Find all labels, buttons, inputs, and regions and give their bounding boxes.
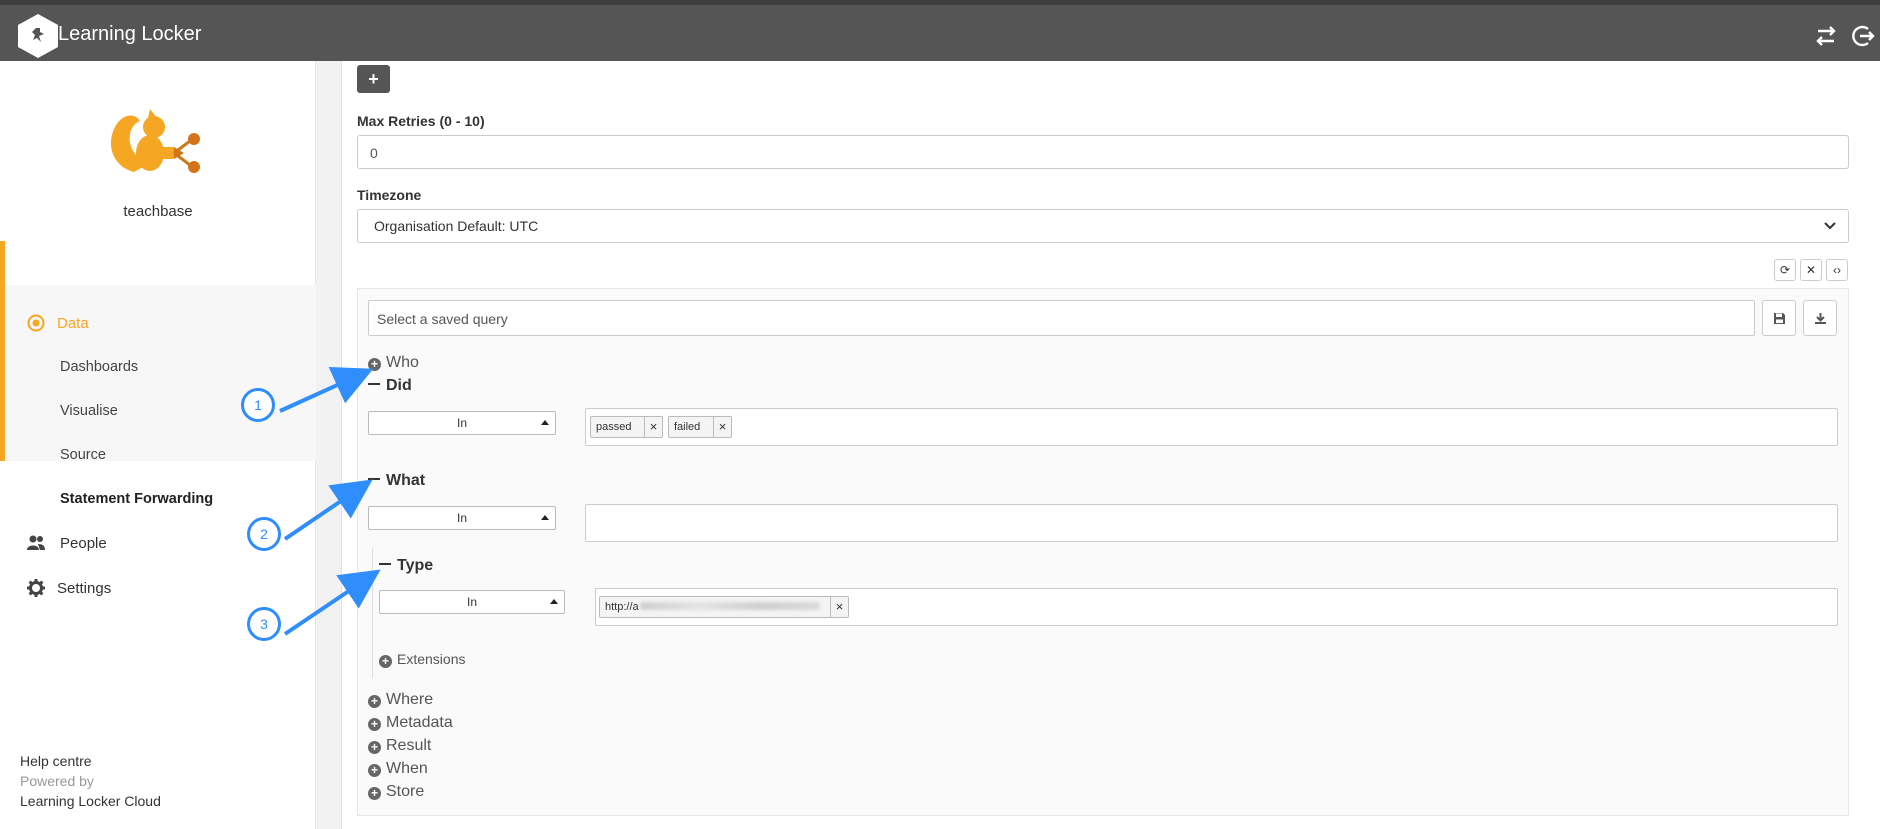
plus-circle-icon: +: [368, 695, 381, 708]
type-operator-value: In: [466, 595, 477, 609]
swap-icon[interactable]: [1812, 22, 1840, 50]
annotation-2: 2: [247, 517, 281, 551]
powered-by-label: Powered by: [20, 773, 94, 789]
data-submenu: [5, 285, 316, 461]
download-query-button[interactable]: [1803, 300, 1837, 336]
add-button[interactable]: +: [357, 65, 390, 93]
plus-circle-icon: +: [368, 718, 381, 731]
section-store-label: Store: [386, 783, 425, 800]
plus-circle-icon: +: [368, 358, 381, 371]
saved-query-select[interactable]: Select a saved query: [368, 300, 1755, 336]
remove-token-icon[interactable]: ×: [830, 597, 848, 617]
chevron-down-icon: [1824, 222, 1836, 230]
section-type-label: Type: [397, 557, 434, 574]
query-builder: [357, 288, 1849, 816]
timezone-value: Organisation Default: UTC: [374, 218, 539, 234]
redacted-url: [639, 602, 820, 610]
organisation-name: teachbase: [123, 203, 193, 220]
section-did-label: Did: [386, 377, 412, 394]
remove-token-icon[interactable]: ×: [644, 417, 662, 437]
section-result[interactable]: + Result: [368, 737, 431, 755]
did-operator-value: In: [456, 416, 467, 430]
timezone-label: Timezone: [357, 187, 422, 203]
caret-up-icon: [541, 420, 549, 425]
collapse-icon: [368, 478, 380, 480]
annotation-3: 3: [247, 607, 281, 641]
clear-query-button[interactable]: ✕: [1800, 259, 1822, 281]
did-token-label: failed: [674, 421, 701, 433]
data-target-icon: [27, 314, 45, 332]
section-extensions-label: Extensions: [397, 651, 466, 667]
people-icon: [27, 535, 45, 550]
sidebar-item-settings[interactable]: Settings: [57, 580, 111, 597]
did-operator-select[interactable]: In: [368, 411, 556, 435]
section-what-label: What: [386, 472, 426, 489]
section-extensions[interactable]: + Extensions: [379, 651, 465, 668]
what-operator-select[interactable]: In: [368, 506, 556, 530]
data-nav-group: [0, 241, 316, 461]
section-when-label: When: [386, 760, 428, 777]
collapse-icon: [379, 563, 391, 565]
section-result-label: Result: [386, 737, 432, 754]
help-centre-link[interactable]: Help centre: [20, 753, 92, 769]
section-metadata-label: Metadata: [386, 714, 453, 731]
max-retries-label: Max Retries (0 - 10): [357, 113, 485, 129]
what-operator-value: In: [456, 511, 467, 525]
code-view-button[interactable]: ‹›: [1826, 259, 1848, 281]
plus-circle-icon: +: [379, 655, 392, 668]
section-metadata[interactable]: + Metadata: [368, 714, 453, 732]
sidebar-item-source[interactable]: Source: [60, 447, 106, 463]
caret-up-icon: [541, 515, 549, 520]
download-icon: [1815, 313, 1826, 324]
caret-up-icon: [550, 599, 558, 604]
sidebar: teachbase Data Dashboards Visualise Sour…: [0, 61, 316, 829]
section-what[interactable]: What: [368, 472, 425, 490]
annotation-1: 1: [241, 388, 275, 422]
top-bar: Learning Locker: [0, 0, 1880, 61]
type-token-label: http://a: [605, 601, 639, 613]
did-token: failed ×: [668, 416, 732, 438]
section-who-label: Who: [386, 354, 419, 371]
section-when[interactable]: + When: [368, 760, 428, 778]
sidebar-item-statement-forwarding[interactable]: Statement Forwarding: [60, 491, 213, 507]
max-retries-input[interactable]: 0: [357, 135, 1849, 169]
type-operator-select[interactable]: In: [379, 590, 565, 614]
sidebar-item-data[interactable]: Data: [57, 315, 89, 332]
learning-locker-cloud-link[interactable]: Learning Locker Cloud: [20, 793, 161, 809]
what-values-input[interactable]: [585, 504, 1838, 542]
floppy-disk-icon: [1774, 313, 1785, 324]
refresh-query-button[interactable]: ⟳: [1774, 259, 1796, 281]
did-token-label: passed: [596, 421, 632, 433]
sidebar-item-visualise[interactable]: Visualise: [60, 403, 118, 419]
squirrel-logo-icon: [110, 109, 200, 173]
plus-circle-icon: +: [368, 787, 381, 800]
section-type[interactable]: Type: [379, 557, 433, 575]
did-values-input[interactable]: passed × failed ×: [585, 408, 1838, 446]
brand-name[interactable]: Learning Locker: [58, 23, 201, 46]
section-where[interactable]: + Where: [368, 691, 433, 709]
save-query-button[interactable]: [1762, 300, 1796, 336]
section-store[interactable]: + Store: [368, 783, 424, 801]
section-where-label: Where: [386, 691, 434, 708]
did-token: passed ×: [590, 416, 663, 438]
plus-circle-icon: +: [368, 741, 381, 754]
type-divider: [372, 548, 373, 678]
sidebar-item-dashboards[interactable]: Dashboards: [60, 359, 138, 375]
plus-circle-icon: +: [368, 764, 381, 777]
learning-locker-logo-icon[interactable]: [18, 14, 58, 58]
remove-token-icon[interactable]: ×: [713, 417, 731, 437]
type-values-input[interactable]: http://a ×: [595, 588, 1838, 626]
gear-icon: [27, 579, 45, 597]
timezone-select[interactable]: Organisation Default: UTC: [357, 209, 1849, 243]
collapse-icon: [368, 383, 380, 385]
type-token: http://a ×: [599, 596, 849, 618]
sidebar-item-people[interactable]: People: [60, 535, 107, 552]
logout-icon[interactable]: [1848, 22, 1876, 50]
section-did[interactable]: Did: [368, 377, 412, 395]
section-who[interactable]: + Who: [368, 354, 419, 372]
